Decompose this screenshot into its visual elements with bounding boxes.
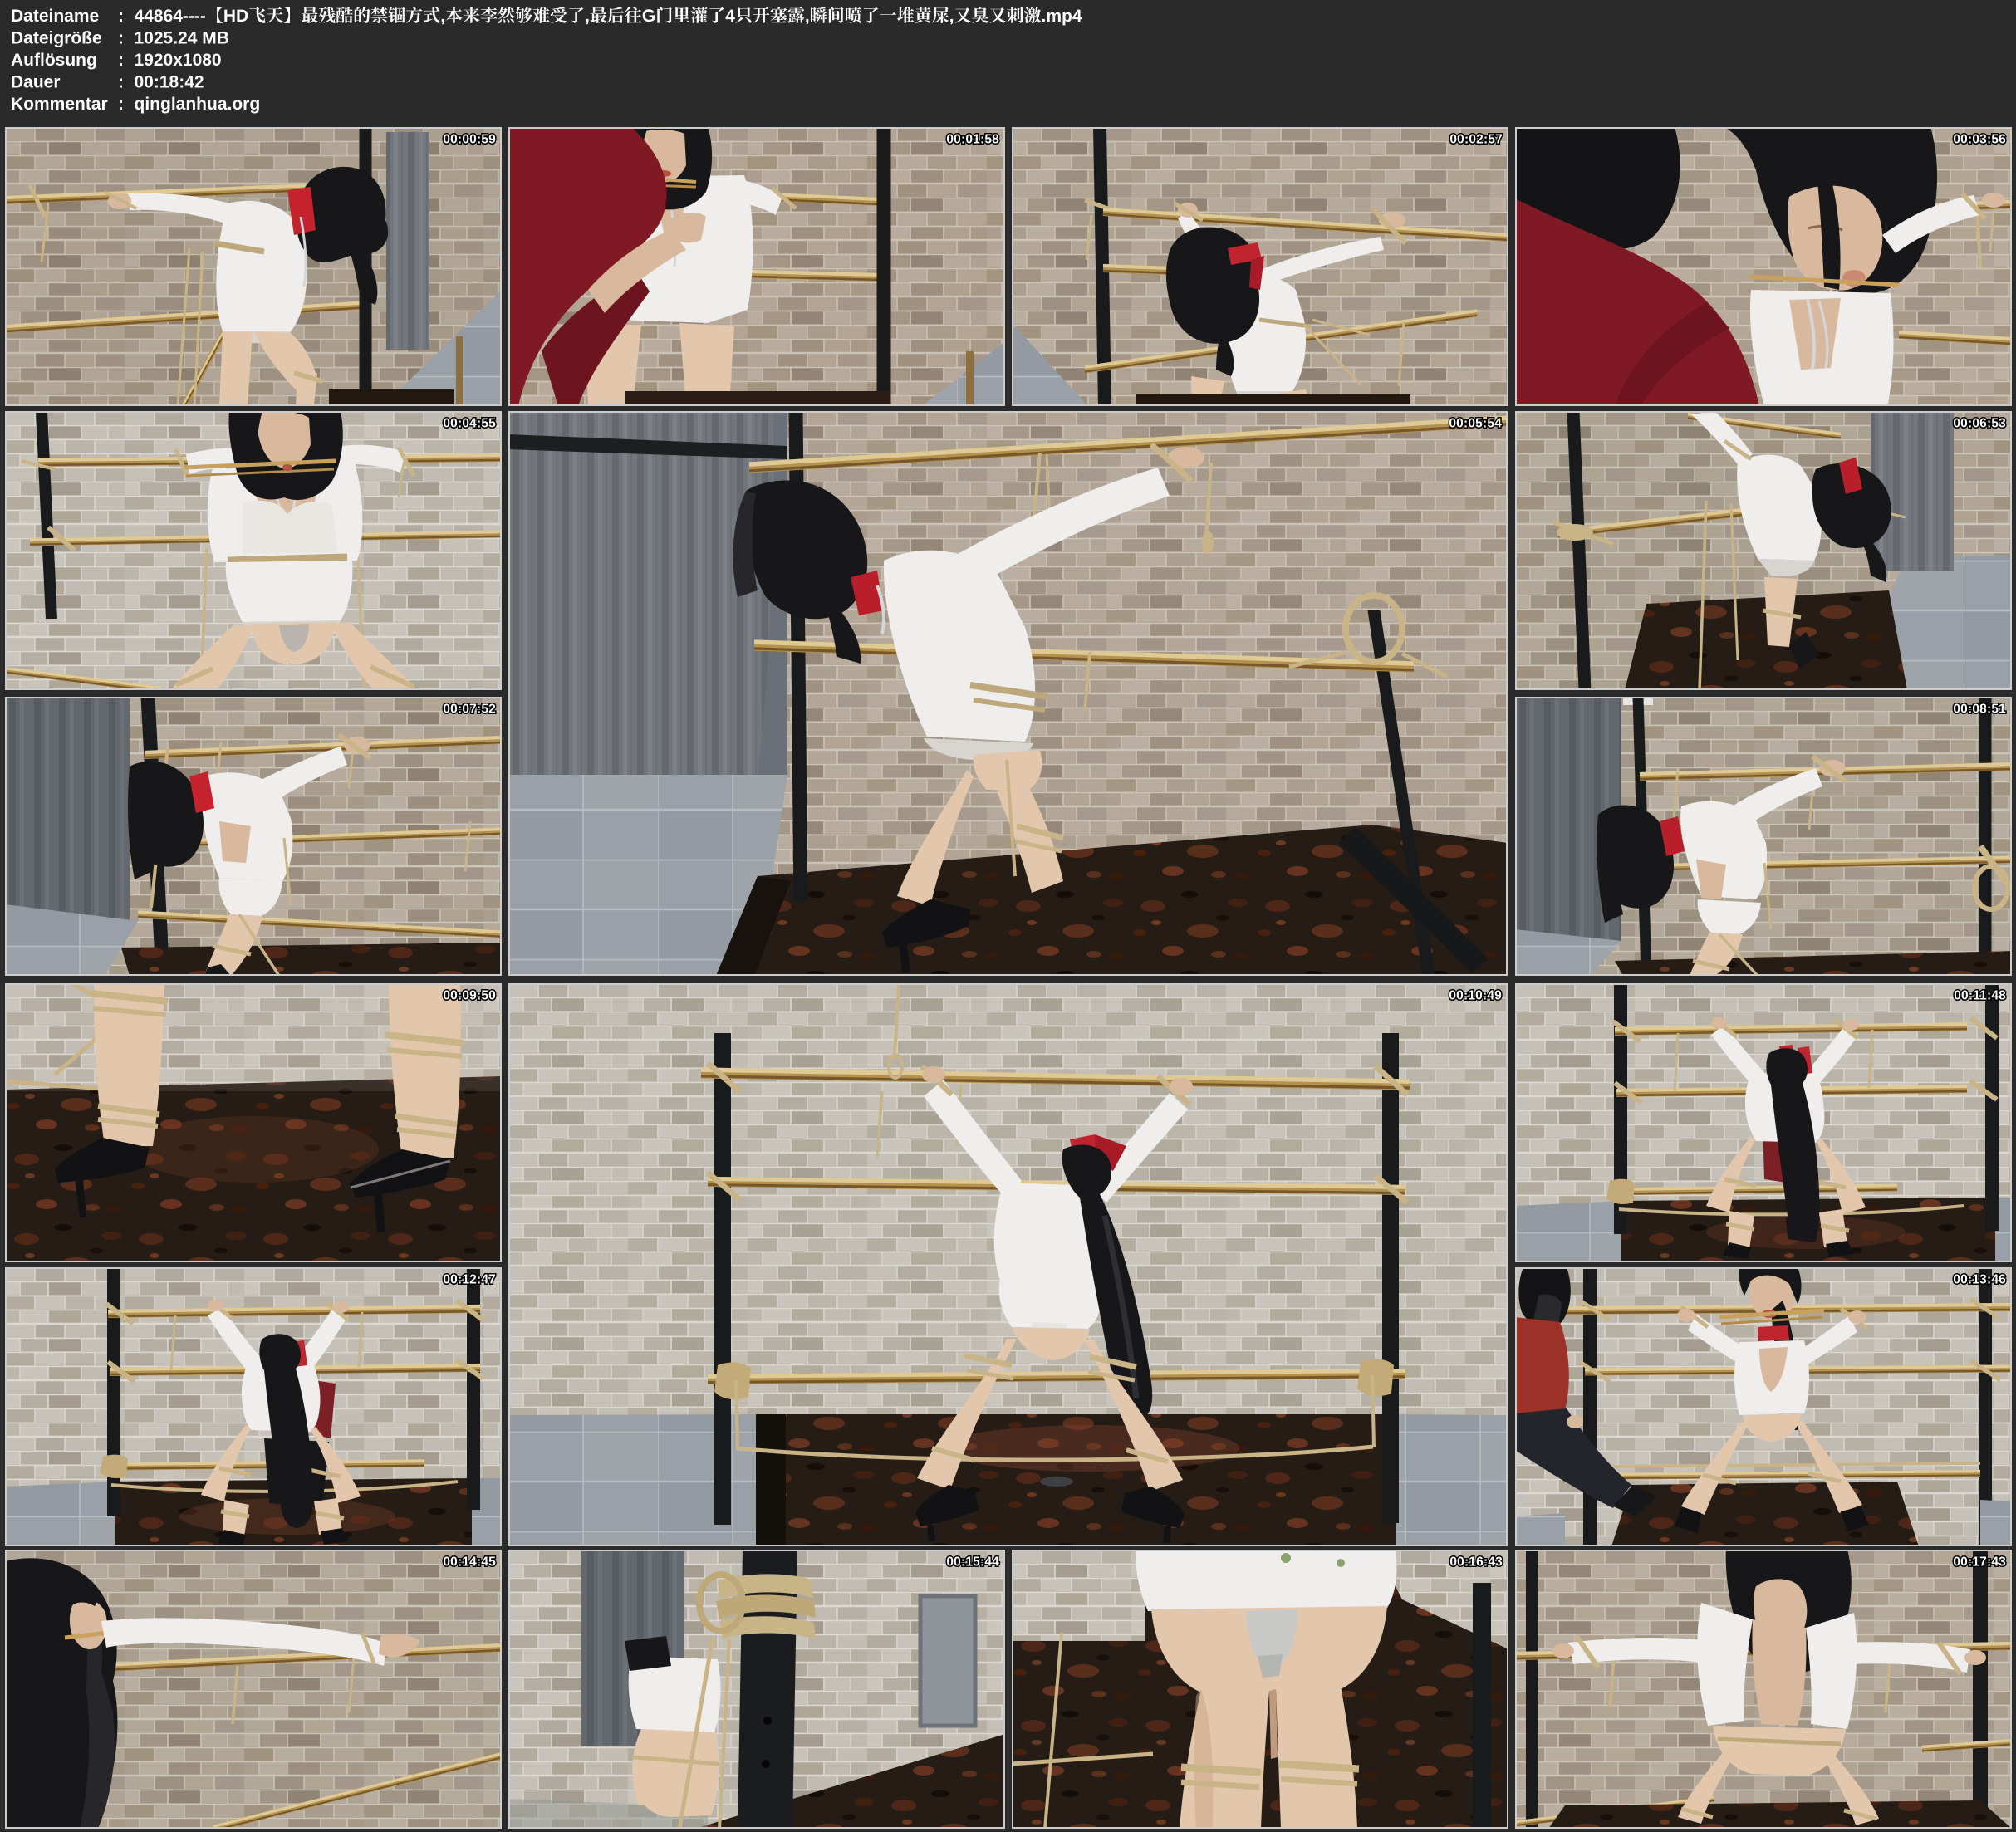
svg-text:00:14:45: 00:14:45 xyxy=(443,1555,496,1570)
svg-text:Dateiname: Dateiname xyxy=(11,7,99,26)
svg-text:00:01:58: 00:01:58 xyxy=(946,133,999,147)
svg-text:Dauer: Dauer xyxy=(11,73,61,92)
svg-text:00:16:43: 00:16:43 xyxy=(1449,1555,1503,1570)
svg-text:00:06:53: 00:06:53 xyxy=(1953,417,2006,431)
svg-text:00:07:52: 00:07:52 xyxy=(443,703,496,717)
svg-text:Dateigröße: Dateigröße xyxy=(11,29,102,48)
svg-text:00:17:43: 00:17:43 xyxy=(1953,1555,2006,1570)
svg-text::: : xyxy=(118,7,124,26)
svg-text::: : xyxy=(118,29,124,48)
svg-text:00:11:48: 00:11:48 xyxy=(1954,989,2006,1003)
svg-text:qinglanhua.org: qinglanhua.org xyxy=(135,95,261,114)
svg-text:1025.24 MB: 1025.24 MB xyxy=(135,29,229,48)
svg-text:00:03:56: 00:03:56 xyxy=(1953,133,2006,147)
svg-text:00:04:55: 00:04:55 xyxy=(443,417,496,431)
svg-text:00:15:44: 00:15:44 xyxy=(946,1555,999,1570)
svg-text:00:10:49: 00:10:49 xyxy=(1449,989,1502,1003)
svg-text:00:12:47: 00:12:47 xyxy=(443,1273,496,1287)
svg-text::: : xyxy=(118,95,124,114)
svg-text:00:02:57: 00:02:57 xyxy=(1449,133,1503,147)
svg-text:1920x1080: 1920x1080 xyxy=(135,51,222,70)
svg-text::: : xyxy=(118,73,124,92)
svg-text:Kommentar: Kommentar xyxy=(11,95,108,114)
svg-text:00:05:54: 00:05:54 xyxy=(1449,417,1502,431)
svg-text:Auflösung: Auflösung xyxy=(11,51,97,70)
svg-text::: : xyxy=(118,51,124,70)
svg-text:00:13:46: 00:13:46 xyxy=(1953,1273,2006,1287)
svg-text:00:08:51: 00:08:51 xyxy=(1953,703,2006,717)
svg-text:00:09:50: 00:09:50 xyxy=(443,989,496,1003)
svg-text:00:00:59: 00:00:59 xyxy=(443,133,496,147)
svg-text:00:18:42: 00:18:42 xyxy=(135,73,204,92)
